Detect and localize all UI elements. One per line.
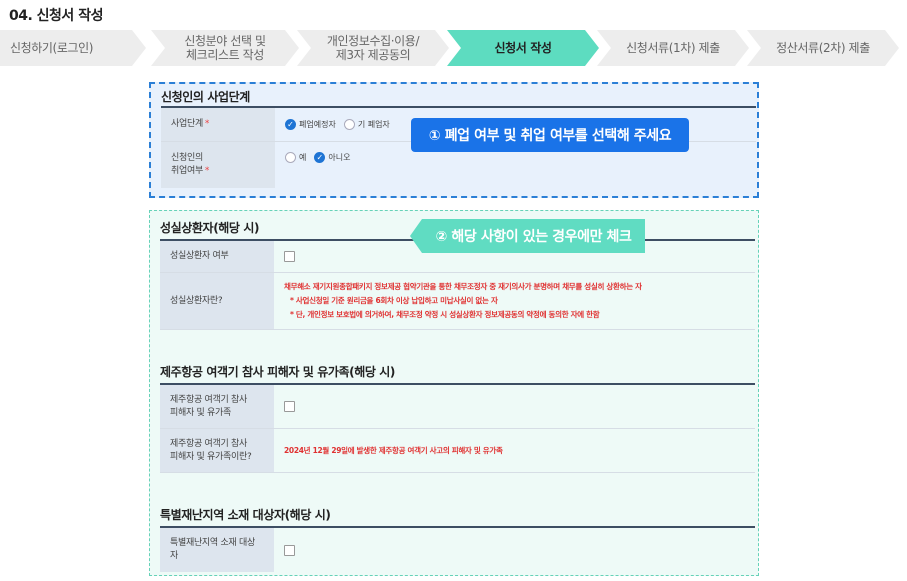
radio-employed-yes[interactable]: 예	[285, 152, 306, 163]
step-first-documents[interactable]: 신청서류(1차) 제출	[597, 30, 749, 66]
disaster-area-value	[274, 528, 755, 572]
sincere-repayer-checkbox[interactable]	[284, 251, 295, 262]
step-login[interactable]: 신청하기(로그인)	[0, 30, 146, 66]
jeju-air-def-value: 2024년 12월 29일에 발생한 제주항공 여객기 사고의 피해자 및 유가…	[274, 429, 755, 472]
business-stage-label-text: 사업단계	[171, 119, 203, 129]
radio-closing-planned-label: 폐업예정자	[299, 120, 336, 129]
page-title: 04. 신청서 작성	[9, 8, 103, 24]
radio-checked-icon: ✓	[285, 119, 296, 130]
employment-label-line2: 취업여부	[171, 166, 203, 176]
jeju-air-value	[274, 385, 755, 428]
sincere-repayer-def-note: * 단, 개인정보 보호법에 의거하여, 채무조정 약정 시 성실상환자 정보제…	[290, 310, 600, 319]
sincere-repayer-label: 성실상환자 여부	[160, 241, 274, 272]
step-privacy-consent[interactable]: 개인정보수집·이용/ 제3자 제공동의	[297, 30, 449, 66]
sincere-repayer-def-text: 채무해소 재기지원종합패키지 정보제공 협약기관을 통한 채무조정자 중 재기의…	[274, 273, 755, 329]
radio-already-closed[interactable]: 기 폐업자	[343, 119, 390, 130]
disaster-area-label: 특별재난지역 소재 대상 자	[160, 528, 274, 572]
jeju-air-title: 제주항공 여객기 참사 피해자 및 유가족(해당 시)	[160, 365, 395, 379]
radio-employed-yes-label: 예	[299, 153, 307, 162]
jeju-air-def-row: 제주항공 여객기 참사 피해자 및 유가족이란? 2024년 12월 29일에 …	[160, 429, 755, 473]
radio-unchecked-icon	[285, 152, 296, 163]
radio-closing-planned[interactable]: ✓ 폐업예정자	[285, 119, 336, 130]
sincere-repayer-def-note: * 사업신청일 기준 원리금을 6회차 이상 납입하고 미납사실이 없는 자	[290, 296, 498, 305]
sincere-repayer-title: 성실상환자(해당 시)	[160, 221, 260, 235]
callout-check-if-applicable: ② 해당 사항이 있는 경우에만 체크	[410, 219, 645, 253]
step-select-field-label: 신청분야 선택 및 체크리스트 작성	[184, 34, 266, 62]
step-application-form[interactable]: 신청서 작성	[447, 30, 599, 66]
callout-select-closure: ① 폐업 여부 및 취업 여부를 선택해 주세요	[411, 118, 689, 152]
disaster-area-label-line2: 자	[170, 551, 178, 561]
progress-steps: 신청하기(로그인) 신청분야 선택 및 체크리스트 작성 개인정보수집·이용/ …	[0, 30, 907, 66]
step-privacy-consent-label: 개인정보수집·이용/ 제3자 제공동의	[326, 34, 420, 62]
radio-employed-no-label: 아니오	[328, 153, 351, 162]
sincere-repayer-def-label: 성실상환자란?	[160, 273, 274, 329]
employment-label: 신청인의 취업여부 *	[161, 142, 275, 188]
sincere-repayer-def-row: 성실상환자란? 채무해소 재기지원종합패키지 정보제공 협약기관을 통한 채무조…	[160, 273, 755, 330]
jeju-air-label-line2: 피해자 및 유가족	[170, 407, 231, 418]
radio-employed-no[interactable]: ✓ 아니오	[314, 152, 350, 163]
jeju-air-def-label: 제주항공 여객기 참사 피해자 및 유가족이란?	[160, 429, 274, 472]
disaster-area-row: 특별재난지역 소재 대상 자	[160, 528, 755, 572]
employment-label-line1: 신청인의	[171, 153, 203, 163]
business-stage-title: 신청인의 사업단계	[161, 90, 250, 104]
jeju-air-def-label-line1: 제주항공 여객기 참사	[170, 438, 247, 449]
required-mark: *	[204, 166, 210, 176]
jeju-air-label-line1: 제주항공 여객기 참사	[170, 394, 247, 405]
disaster-area-label-line1: 특별재난지역 소재 대상	[170, 538, 255, 548]
jeju-air-def-text: 2024년 12월 29일에 발생한 제주항공 여객기 사고의 피해자 및 유가…	[284, 445, 503, 455]
disaster-area-checkbox[interactable]	[284, 544, 295, 556]
required-mark: *	[204, 119, 210, 129]
jeju-air-def-label-line2: 피해자 및 유가족이란?	[170, 451, 252, 462]
radio-already-closed-label: 기 폐업자	[357, 120, 390, 129]
disaster-area-title: 특별재난지역 소재 대상자(해당 시)	[160, 508, 331, 522]
jeju-air-row: 제주항공 여객기 참사 피해자 및 유가족	[160, 385, 755, 429]
optional-section: 성실상환자(해당 시) 성실상환자 여부 성실상환자란? 채무해소 재기지원종합…	[149, 210, 759, 576]
sincere-repayer-def-line: 채무해소 재기지원종합패키지 정보제공 협약기관을 통한 채무조정자 중 재기의…	[284, 282, 642, 291]
radio-unchecked-icon	[343, 119, 355, 130]
jeju-air-checkbox[interactable]	[284, 401, 295, 412]
business-stage-label: 사업단계 *	[161, 108, 275, 141]
jeju-air-label: 제주항공 여객기 참사 피해자 및 유가족	[160, 385, 274, 428]
radio-checked-icon: ✓	[314, 152, 326, 163]
step-settlement-documents[interactable]: 정산서류(2차) 제출	[747, 30, 899, 66]
step-select-field[interactable]: 신청분야 선택 및 체크리스트 작성	[151, 30, 299, 66]
